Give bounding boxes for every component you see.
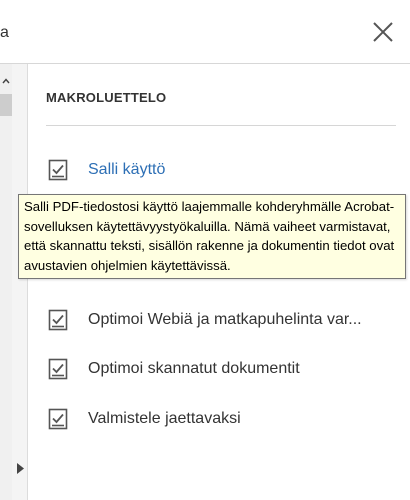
action-allow-access[interactable]: Salli käyttö <box>46 155 401 185</box>
panel-heading: MAKROLUETTELO <box>46 90 167 105</box>
action-tooltip: Salli PDF-tiedostosi käyttö laajemmalle … <box>18 194 406 279</box>
close-button[interactable] <box>368 19 398 49</box>
checklist-icon <box>46 407 70 431</box>
close-icon <box>372 21 394 48</box>
action-label: Salli käyttö <box>88 161 166 178</box>
chevron-up-icon <box>2 71 10 89</box>
action-optimize-scanned[interactable]: Optimoi skannatut dokumentit <box>46 354 401 384</box>
triangle-right-icon <box>16 461 24 479</box>
scroll-up-button[interactable] <box>0 72 12 88</box>
left-pane-strip <box>0 64 28 500</box>
action-label: Optimoi Webiä ja matkapuhelinta var... <box>88 311 362 328</box>
vertical-scrollbar[interactable] <box>0 64 12 500</box>
tooltip-text: Salli PDF-tiedostosi käyttö laajemmalle … <box>24 199 395 273</box>
action-label: Optimoi skannatut dokumentit <box>88 360 300 377</box>
checklist-icon <box>46 357 70 381</box>
panel-header: a <box>0 0 410 64</box>
macro-list-panel: MAKROLUETTELO Salli käyttö Optimoi Webiä… <box>28 64 410 500</box>
checklist-icon <box>46 158 70 182</box>
expand-pane-button[interactable] <box>14 463 26 477</box>
action-label: Valmistele jaettavaksi <box>88 410 241 427</box>
header-title-fragment: a <box>0 24 9 41</box>
heading-divider <box>46 125 396 126</box>
action-prepare-sharing[interactable]: Valmistele jaettavaksi <box>46 404 401 434</box>
action-optimize-web-mobile[interactable]: Optimoi Webiä ja matkapuhelinta var... <box>46 305 401 335</box>
checklist-icon <box>46 308 70 332</box>
macro-panel-window: a MAKROLUETTELO Salli käyttö Optimoi Web… <box>0 0 410 500</box>
scrollbar-thumb[interactable] <box>0 94 12 116</box>
